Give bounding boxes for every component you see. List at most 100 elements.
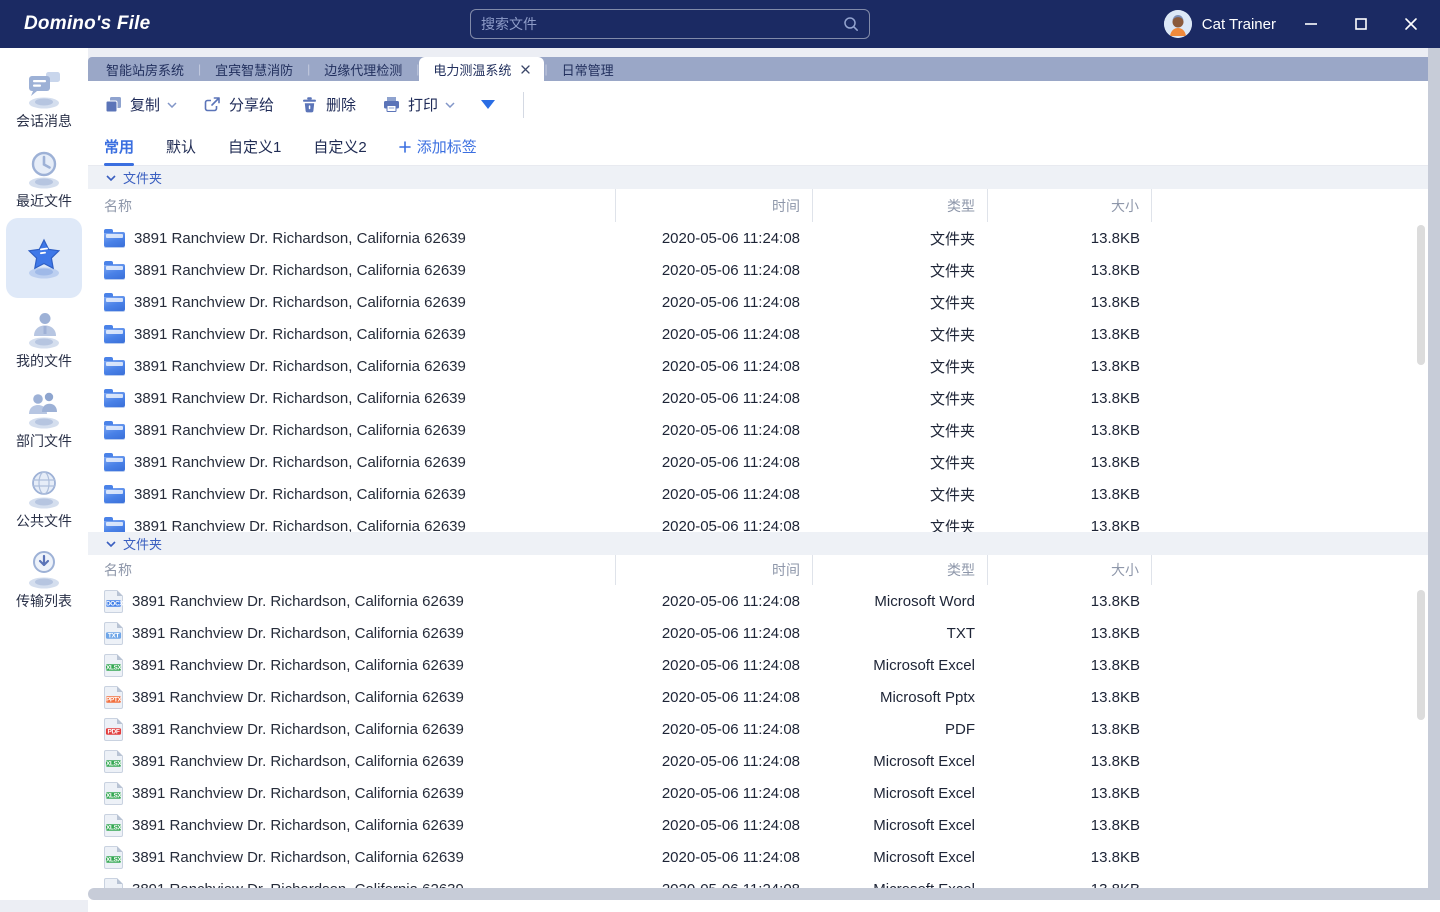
close-button[interactable] [1396, 9, 1426, 39]
table-row[interactable]: DOCX 3891 Ranchview Dr. Richardson, Calif… [88, 585, 1440, 617]
column-header-name[interactable]: 名称 [88, 189, 615, 222]
vertical-scrollbar-thumb[interactable] [1417, 590, 1425, 720]
file-size: 13.8KB [987, 454, 1152, 471]
sidebar: 会话消息 最近文件 我的文件 [0, 48, 88, 900]
tab-1[interactable]: 宜宾智慧消防 [201, 57, 307, 81]
copy-button[interactable]: 复制 [104, 94, 177, 115]
file-time: 2020-05-06 11:24:08 [615, 753, 812, 770]
tab-0[interactable]: 智能站房系统 [92, 57, 198, 81]
filter-tab-common[interactable]: 常用 [104, 128, 134, 166]
table-row[interactable]: TXT3891 Ranchview Dr. Richardson, Califo… [88, 617, 1440, 649]
tab-close-icon[interactable] [521, 65, 530, 74]
trash-icon [300, 95, 319, 114]
table-row[interactable]: XLSX3891 Ranchview Dr. Richardson, Calif… [88, 809, 1440, 841]
table-row[interactable]: 3891 Ranchview Dr. Richardson, Californi… [88, 350, 1440, 382]
table-row[interactable]: XLSX3891 Ranchview Dr. Richardson, Calif… [88, 873, 1440, 888]
search-box[interactable] [470, 9, 870, 39]
table-row[interactable]: 3891 Ranchview Dr. Richardson, Californi… [88, 478, 1440, 510]
docx-file-icon: DOCX [104, 590, 123, 613]
sidebar-item-transfer-list[interactable]: 传输列表 [6, 538, 82, 618]
sidebar-item-recent-files[interactable]: 最近文件 [6, 138, 82, 218]
file-type: 文件夹 [812, 388, 987, 409]
file-size: 13.8KB [987, 721, 1152, 738]
tab-3-active[interactable]: 电力测温系统 [419, 57, 544, 81]
file-name: 3891 Ranchview Dr. Richardson, Californi… [132, 593, 464, 610]
user-avatar[interactable] [1164, 10, 1192, 38]
sidebar-item-favorites[interactable] [6, 218, 82, 298]
more-actions-dropdown[interactable] [481, 100, 495, 109]
maximize-button[interactable] [1346, 9, 1376, 39]
file-type: Microsoft Excel [812, 849, 987, 866]
star-favorites-icon [20, 235, 68, 283]
file-name: 3891 Ranchview Dr. Richardson, Californi… [134, 326, 466, 343]
filter-tab-default[interactable]: 默认 [166, 128, 196, 166]
column-header-name[interactable]: 名称 [88, 555, 615, 585]
table-row[interactable]: XLSX 3891 Ranchview Dr. Richardson, Calif… [88, 649, 1440, 681]
delete-button[interactable]: 删除 [300, 94, 356, 115]
toolbar-divider [523, 92, 524, 118]
table-row[interactable]: 3891 Ranchview Dr. Richardson, Californi… [88, 222, 1440, 254]
folder-icon [104, 264, 125, 279]
chevron-down-icon [445, 102, 455, 108]
file-name: 3891 Ranchview Dr. Richardson, Californi… [134, 230, 466, 247]
table-row[interactable]: XLSX3891 Ranchview Dr. Richardson, Calif… [88, 777, 1440, 809]
tab-4[interactable]: 日常管理 [548, 57, 628, 81]
minimize-button[interactable] [1296, 9, 1326, 39]
folder-icon [104, 328, 125, 343]
sidebar-item-department-files[interactable]: 部门文件 [6, 378, 82, 458]
chat-messages-icon [20, 65, 68, 113]
search-icon[interactable] [843, 16, 859, 32]
file-size: 13.8KB [987, 326, 1152, 343]
print-button[interactable]: 打印 [382, 94, 455, 115]
file-name: 3891 Ranchview Dr. Richardson, Californi… [134, 518, 466, 533]
table-header: 名称 时间 类型 大小 [88, 555, 1440, 585]
file-type: 文件夹 [812, 260, 987, 281]
file-type: 文件夹 [812, 452, 987, 473]
file-type: 文件夹 [812, 292, 987, 313]
table-row[interactable]: 3891 Ranchview Dr. Richardson, Californi… [88, 446, 1440, 478]
table-row[interactable]: 3891 Ranchview Dr. Richardson, Californi… [88, 318, 1440, 350]
my-files-user-icon [20, 305, 68, 353]
filter-tab-custom2[interactable]: 自定义2 [313, 128, 366, 166]
table-row[interactable]: PDF3891 Ranchview Dr. Richardson, Califo… [88, 713, 1440, 745]
table-header: 名称 时间 类型 大小 [88, 189, 1440, 222]
file-name: 3891 Ranchview Dr. Richardson, Californi… [132, 657, 464, 674]
table-row[interactable]: 3891 Ranchview Dr. Richardson, Californi… [88, 286, 1440, 318]
horizontal-scrollbar[interactable] [88, 888, 1440, 900]
table-row[interactable]: 3891 Ranchview Dr. Richardson, Californi… [88, 510, 1440, 532]
file-type: TXT [812, 625, 987, 642]
table-row[interactable]: 3891 Ranchview Dr. Richardson, Californi… [88, 382, 1440, 414]
file-time: 2020-05-06 11:24:08 [615, 422, 812, 439]
column-header-size[interactable]: 大小 [987, 555, 1152, 585]
vertical-scrollbar-thumb[interactable] [1417, 225, 1425, 365]
transfer-list-icon [20, 545, 68, 593]
xlsx-file-icon: XLSX [104, 846, 123, 869]
column-header-size[interactable]: 大小 [987, 189, 1152, 222]
sidebar-item-label: 公共文件 [16, 511, 72, 531]
table-row[interactable]: PPTX3891 Ranchview Dr. Richardson, Calif… [88, 681, 1440, 713]
search-input[interactable] [481, 16, 843, 32]
section-header-folders-2[interactable]: 文件夹 [88, 532, 1440, 555]
xlsx-file-icon: XLSX [104, 654, 123, 677]
table-row[interactable]: XLSX3891 Ranchview Dr. Richardson, Calif… [88, 745, 1440, 777]
column-header-type[interactable]: 类型 [812, 189, 987, 222]
add-tag-button[interactable]: 添加标签 [399, 136, 477, 157]
column-header-time[interactable]: 时间 [615, 555, 812, 585]
filter-tab-custom1[interactable]: 自定义1 [228, 128, 281, 166]
tab-2[interactable]: 边缘代理检测 [310, 57, 416, 81]
table-row[interactable]: 3891 Ranchview Dr. Richardson, Californi… [88, 254, 1440, 286]
column-header-type[interactable]: 类型 [812, 555, 987, 585]
file-type-badge: XLSX [106, 856, 121, 862]
toolbar: 复制 分享给 删除 [88, 81, 1440, 128]
file-time: 2020-05-06 11:24:08 [615, 689, 812, 706]
column-header-time[interactable]: 时间 [615, 189, 812, 222]
copy-icon [104, 95, 123, 114]
share-button[interactable]: 分享给 [203, 94, 274, 115]
table-row[interactable]: XLSX3891 Ranchview Dr. Richardson, Calif… [88, 841, 1440, 873]
section-header-folders-1[interactable]: 文件夹 [88, 166, 1440, 189]
table-row[interactable]: 3891 Ranchview Dr. Richardson, Californi… [88, 414, 1440, 446]
sidebar-item-public-files[interactable]: 公共文件 [6, 458, 82, 538]
sidebar-item-my-files[interactable]: 我的文件 [6, 298, 82, 378]
sidebar-item-chat-messages[interactable]: 会话消息 [6, 58, 82, 138]
vertical-scrollbar-track[interactable] [1428, 48, 1440, 900]
